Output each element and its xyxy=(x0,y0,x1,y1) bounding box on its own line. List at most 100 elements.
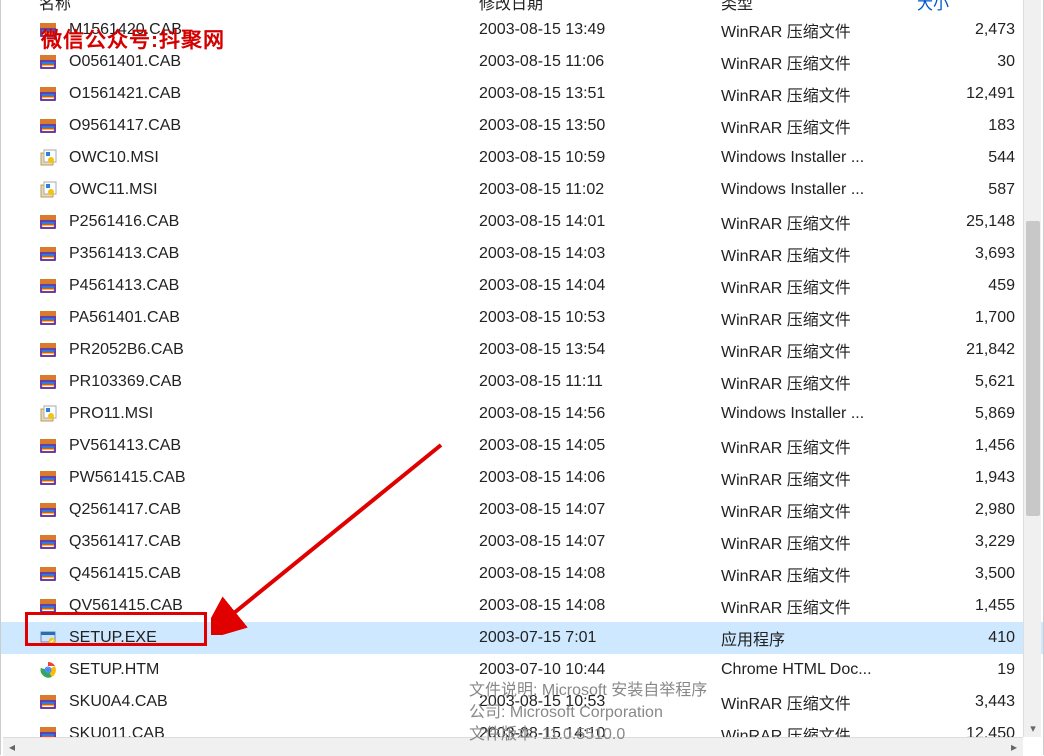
file-size: 3,229 xyxy=(975,533,1015,551)
file-row[interactable]: PV561413.CAB2003-08-15 14:05WinRAR 压缩文件1… xyxy=(1,430,1043,462)
file-name: PA561401.CAB xyxy=(69,309,180,327)
column-header[interactable]: 名称 修改日期 类型 大小 xyxy=(1,0,1043,14)
rar-file-icon xyxy=(39,693,57,711)
file-type: Chrome HTML Doc... xyxy=(721,661,872,679)
rar-file-icon xyxy=(39,373,57,391)
file-date: 2003-08-15 13:49 xyxy=(479,21,605,39)
file-row[interactable]: SETUP.HTM2003-07-10 10:44Chrome HTML Doc… xyxy=(1,654,1043,686)
file-size: 3,500 xyxy=(975,565,1015,583)
file-type: WinRAR 压缩文件 xyxy=(721,434,851,458)
file-row[interactable]: O0561401.CAB2003-08-15 11:06WinRAR 压缩文件3… xyxy=(1,46,1043,78)
rar-file-icon xyxy=(39,533,57,551)
file-type: Windows Installer ... xyxy=(721,405,864,423)
scroll-down-icon[interactable]: ▾ xyxy=(1024,719,1042,737)
file-row[interactable]: PR2052B6.CAB2003-08-15 13:54WinRAR 压缩文件2… xyxy=(1,334,1043,366)
file-type: WinRAR 压缩文件 xyxy=(721,306,851,330)
file-size: 19 xyxy=(997,661,1015,679)
file-date: 2003-08-15 13:51 xyxy=(479,85,605,103)
file-type: WinRAR 压缩文件 xyxy=(721,690,851,714)
file-size: 12,491 xyxy=(966,85,1015,103)
horizontal-scrollbar-track[interactable] xyxy=(21,738,1005,756)
file-size: 3,693 xyxy=(975,245,1015,263)
file-row[interactable]: Q4561415.CAB2003-08-15 14:08WinRAR 压缩文件3… xyxy=(1,558,1043,590)
file-size: 587 xyxy=(988,181,1015,199)
file-size: 21,842 xyxy=(966,341,1015,359)
file-name: Q4561415.CAB xyxy=(69,565,181,583)
file-size: 2,473 xyxy=(975,21,1015,39)
header-name[interactable]: 名称 xyxy=(39,0,71,14)
vertical-scrollbar[interactable]: ▾ xyxy=(1023,0,1041,737)
file-name: P3561413.CAB xyxy=(69,245,179,263)
vertical-scrollbar-thumb[interactable] xyxy=(1026,221,1040,516)
file-name: P2561416.CAB xyxy=(69,213,179,231)
file-size: 544 xyxy=(988,149,1015,167)
rar-file-icon xyxy=(39,309,57,327)
header-date[interactable]: 修改日期 xyxy=(479,0,543,14)
file-date: 2003-07-10 10:44 xyxy=(479,661,605,679)
file-date: 2003-07-15 7:01 xyxy=(479,629,596,647)
file-date: 2003-08-15 11:06 xyxy=(479,53,604,71)
file-name: SKU0A4.CAB xyxy=(69,693,168,711)
scroll-left-icon[interactable]: ◂ xyxy=(3,738,21,756)
file-row[interactable]: PR103369.CAB2003-08-15 11:11WinRAR 压缩文件5… xyxy=(1,366,1043,398)
file-row[interactable]: OWC11.MSI 2003-08-15 11:02 Windows Install… xyxy=(1,174,1043,206)
horizontal-scrollbar[interactable]: ◂ ▸ xyxy=(3,737,1023,755)
file-date: 2003-08-15 14:04 xyxy=(479,277,605,295)
file-date: 2003-08-15 10:59 xyxy=(479,149,605,167)
rar-file-icon xyxy=(39,597,57,615)
file-row[interactable]: QV561415.CAB2003-08-15 14:08WinRAR 压缩文件1… xyxy=(1,590,1043,622)
msi-file-icon xyxy=(39,149,57,167)
file-date: 2003-08-15 10:53 xyxy=(479,309,605,327)
file-type: WinRAR 压缩文件 xyxy=(721,498,851,522)
file-name: OWC10.MSI xyxy=(69,149,159,167)
file-row[interactable]: O9561417.CAB2003-08-15 13:50WinRAR 压缩文件1… xyxy=(1,110,1043,142)
file-row[interactable]: SETUP.EXE2003-07-15 7:01应用程序410 xyxy=(1,622,1043,654)
file-row[interactable]: O1561421.CAB 2003-08-15 13:51 WinRAR 压缩文件 1… xyxy=(1,78,1043,110)
file-row[interactable]: P4561413.CAB2003-08-15 14:04WinRAR 压缩文件4… xyxy=(1,270,1043,302)
file-type: Windows Installer ... xyxy=(721,181,864,199)
file-row[interactable]: Q3561417.CAB2003-08-15 14:07WinRAR 压缩文件3… xyxy=(1,526,1043,558)
rar-file-icon xyxy=(39,117,57,135)
file-size: 1,455 xyxy=(975,597,1015,615)
msi-file-icon xyxy=(39,405,57,423)
horizontal-scrollbar-thumb[interactable] xyxy=(21,740,1005,754)
rar-file-icon xyxy=(39,85,57,103)
file-row[interactable]: P3561413.CAB2003-08-15 14:03WinRAR 压缩文件3… xyxy=(1,238,1043,270)
file-row[interactable]: PRO11.MSI2003-08-15 14:56Windows Install… xyxy=(1,398,1043,430)
file-size: 30 xyxy=(997,53,1015,71)
rar-file-icon xyxy=(39,437,57,455)
file-row[interactable]: OWC10.MSI2003-08-15 10:59Windows Install… xyxy=(1,142,1043,174)
file-name: PW561415.CAB xyxy=(69,469,186,487)
file-size: 459 xyxy=(988,277,1015,295)
file-type: WinRAR 压缩文件 xyxy=(721,370,851,394)
header-size[interactable]: 大小 xyxy=(917,0,949,14)
file-name: OWC11.MSI xyxy=(69,181,158,199)
file-name: PR2052B6.CAB xyxy=(69,341,184,359)
file-name: O1561421.CAB xyxy=(69,85,181,103)
file-date: 2003-08-15 13:54 xyxy=(479,341,605,359)
file-date: 2003-08-15 11:02 xyxy=(479,181,604,199)
file-date: 2003-08-15 14:08 xyxy=(479,565,605,583)
file-name: M1561420.CAB xyxy=(69,21,182,39)
file-row[interactable]: P2561416.CAB2003-08-15 14:01WinRAR 压缩文件2… xyxy=(1,206,1043,238)
header-type[interactable]: 类型 xyxy=(721,0,753,14)
file-date: 2003-08-15 14:01 xyxy=(479,213,605,231)
file-type: 应用程序 xyxy=(721,626,785,650)
file-row[interactable]: M1561420.CAB 2003-08-15 13:49 WinRAR 压缩文件 2… xyxy=(1,14,1043,46)
file-date: 2003-08-15 14:05 xyxy=(479,437,605,455)
file-type: WinRAR 压缩文件 xyxy=(721,82,851,106)
file-row[interactable]: PA561401.CAB2003-08-15 10:53WinRAR 压缩文件1… xyxy=(1,302,1043,334)
file-list: M1561420.CAB 2003-08-15 13:49 WinRAR 压缩文件 2… xyxy=(1,14,1043,750)
file-type: WinRAR 压缩文件 xyxy=(721,18,851,42)
scroll-right-icon[interactable]: ▸ xyxy=(1005,738,1023,756)
file-row[interactable]: Q2561417.CAB2003-08-15 14:07WinRAR 压缩文件2… xyxy=(1,494,1043,526)
rar-file-icon xyxy=(39,53,57,71)
file-row[interactable]: SKU0A4.CAB2003-08-15 10:53WinRAR 压缩文件3,4… xyxy=(1,686,1043,718)
file-type: WinRAR 压缩文件 xyxy=(721,210,851,234)
rar-file-icon xyxy=(39,213,57,231)
file-row[interactable]: PW561415.CAB2003-08-15 14:06WinRAR 压缩文件1… xyxy=(1,462,1043,494)
file-name: PR103369.CAB xyxy=(69,373,182,391)
file-name: Q2561417.CAB xyxy=(69,501,181,519)
file-date: 2003-08-15 14:06 xyxy=(479,469,605,487)
file-size: 5,621 xyxy=(975,373,1015,391)
